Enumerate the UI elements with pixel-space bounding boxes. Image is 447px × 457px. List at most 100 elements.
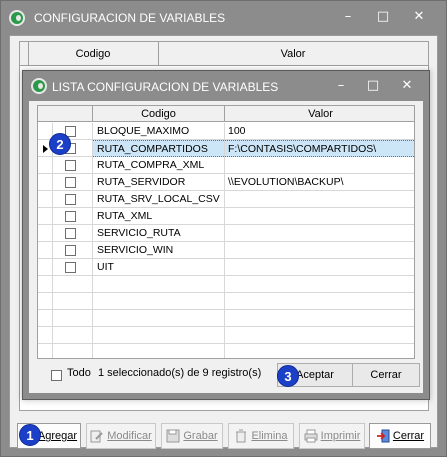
- grid-body: BLOQUE_MAXIMO 100 RUTA_COMPARTIDOS F:\CONTA…: [38, 123, 414, 358]
- callout-badge-1: 1: [19, 424, 41, 446]
- dialog-title: LISTA CONFIGURACION DE VARIABLES: [52, 80, 279, 94]
- row-value: [224, 242, 414, 259]
- table-row[interactable]: RUTA_SRV_LOCAL_CSV: [38, 191, 414, 208]
- row-indicator: [38, 191, 52, 208]
- dialog-client-area: Codigo Valor BLOQUE_MAXIMO 100 RUTA_COMPAR…: [29, 101, 423, 393]
- variables-list-dialog: LISTA CONFIGURACION DE VARIABLES – □ ✕ C…: [22, 70, 430, 400]
- grabar-button[interactable]: Grabar: [161, 423, 223, 449]
- row-indicator: [38, 344, 52, 358]
- main-window-title: CONFIGURACION DE VARIABLES: [34, 11, 226, 25]
- table-row[interactable]: SERVICIO_WIN: [38, 242, 414, 259]
- row-checkbox-cell: [52, 208, 92, 225]
- row-code: [92, 293, 224, 310]
- modificar-label: Modificar: [107, 430, 152, 442]
- row-code: RUTA_SRV_LOCAL_CSV: [97, 193, 220, 205]
- table-row[interactable]: RUTA_SERVIDOR \\EVOLUTION\BACKUP\: [38, 174, 414, 191]
- callout-badge-2: 2: [49, 133, 71, 155]
- delete-icon: [234, 429, 248, 443]
- row-code: RUTA_XML: [97, 210, 153, 222]
- table-row[interactable]: UIT: [38, 259, 414, 276]
- elimina-label: Elimina: [251, 430, 288, 442]
- agregar-label: Agregar: [37, 430, 78, 442]
- dialog-cerrar-button[interactable]: Cerrar: [352, 363, 420, 387]
- imprimir-button[interactable]: Imprimir: [299, 423, 365, 449]
- row-value: [224, 344, 414, 358]
- row-indicator: [38, 157, 52, 174]
- column-header-valor[interactable]: Valor: [158, 42, 428, 66]
- row-code: UIT: [97, 261, 114, 273]
- row-checkbox[interactable]: [65, 160, 76, 171]
- row-value: [224, 208, 414, 225]
- dialog-minimize-button[interactable]: –: [328, 76, 354, 96]
- elimina-button[interactable]: Elimina: [228, 423, 294, 449]
- current-row-arrow-icon: [43, 145, 48, 153]
- row-indicator: [38, 174, 52, 191]
- row-code: BLOQUE_MAXIMO: [97, 125, 190, 137]
- todo-label: Todo: [67, 367, 91, 379]
- table-row[interactable]: SERVICIO_RUTA: [38, 225, 414, 242]
- maximize-button[interactable]: □: [370, 7, 396, 27]
- dialog-logo-icon: [31, 78, 47, 94]
- row-checkbox-cell: [52, 293, 92, 310]
- row-checkbox-cell: [52, 191, 92, 208]
- row-checkbox[interactable]: [65, 177, 76, 188]
- table-row[interactable]: [38, 344, 414, 358]
- row-checkbox-cell: [52, 276, 92, 293]
- row-checkbox[interactable]: [65, 228, 76, 239]
- grid-header-codigo[interactable]: Codigo: [92, 106, 224, 122]
- table-row[interactable]: [38, 293, 414, 310]
- app-logo-icon: [9, 10, 25, 26]
- row-checkbox-cell: [52, 327, 92, 344]
- close-button[interactable]: ✕: [406, 7, 432, 27]
- minimize-button[interactable]: –: [335, 7, 361, 27]
- row-value: 100: [228, 125, 246, 137]
- cerrar-label: Cerrar: [392, 430, 425, 442]
- grid-vline: [224, 123, 225, 358]
- row-value: [224, 276, 414, 293]
- print-icon: [304, 429, 318, 443]
- todo-checkbox[interactable]: [51, 370, 62, 381]
- row-code: [92, 344, 224, 358]
- table-row[interactable]: RUTA_COMPARTIDOS F:\CONTASIS\COMPARTIDOS\: [38, 140, 414, 157]
- row-value: \\EVOLUTION\BACKUP\: [228, 176, 344, 188]
- table-row[interactable]: [38, 276, 414, 293]
- row-indicator: [38, 259, 52, 276]
- row-indicator: [38, 208, 52, 225]
- row-checkbox[interactable]: [65, 262, 76, 273]
- row-indicator: [38, 310, 52, 327]
- row-value: [224, 293, 414, 310]
- column-header-codigo[interactable]: Codigo: [28, 42, 158, 66]
- row-checkbox[interactable]: [65, 245, 76, 256]
- grid-header-blank: [38, 106, 92, 122]
- row-indicator: [38, 276, 52, 293]
- row-value: F:\CONTASIS\COMPARTIDOS\: [224, 140, 414, 157]
- table-row[interactable]: RUTA_COMPRA_XML: [38, 157, 414, 174]
- variables-list-grid[interactable]: Codigo Valor BLOQUE_MAXIMO 100 RUTA_COMPAR…: [37, 105, 415, 359]
- row-checkbox-cell: [52, 242, 92, 259]
- action-toolbar: Agregar Modificar Grabar Elimina Imprimi…: [13, 421, 435, 451]
- table-row[interactable]: BLOQUE_MAXIMO 100: [38, 123, 414, 140]
- row-indicator: [38, 293, 52, 310]
- dialog-close-button[interactable]: ✕: [394, 76, 420, 96]
- row-value: [224, 310, 414, 327]
- grid-header-valor[interactable]: Valor: [224, 106, 414, 122]
- row-code: [92, 276, 224, 293]
- row-checkbox-cell: [52, 344, 92, 358]
- dialog-maximize-button[interactable]: □: [360, 76, 386, 96]
- row-checkbox-cell: [52, 225, 92, 242]
- selection-status: 1 seleccionado(s) de 9 registro(s): [98, 367, 262, 379]
- grabar-label: Grabar: [183, 430, 218, 442]
- row-checkbox[interactable]: [65, 211, 76, 222]
- main-titlebar[interactable]: CONFIGURACION DE VARIABLES – □ ✕: [1, 1, 446, 35]
- grid-vline: [92, 123, 93, 358]
- row-checkbox[interactable]: [65, 194, 76, 205]
- cerrar-button[interactable]: Cerrar: [369, 423, 431, 449]
- callout-badge-3: 3: [277, 365, 299, 387]
- table-row[interactable]: [38, 327, 414, 344]
- table-row[interactable]: [38, 310, 414, 327]
- row-code: [92, 310, 224, 327]
- row-code: RUTA_COMPARTIDOS: [92, 140, 224, 157]
- table-row[interactable]: RUTA_XML: [38, 208, 414, 225]
- modificar-button[interactable]: Modificar: [86, 423, 156, 449]
- row-value: [224, 225, 414, 242]
